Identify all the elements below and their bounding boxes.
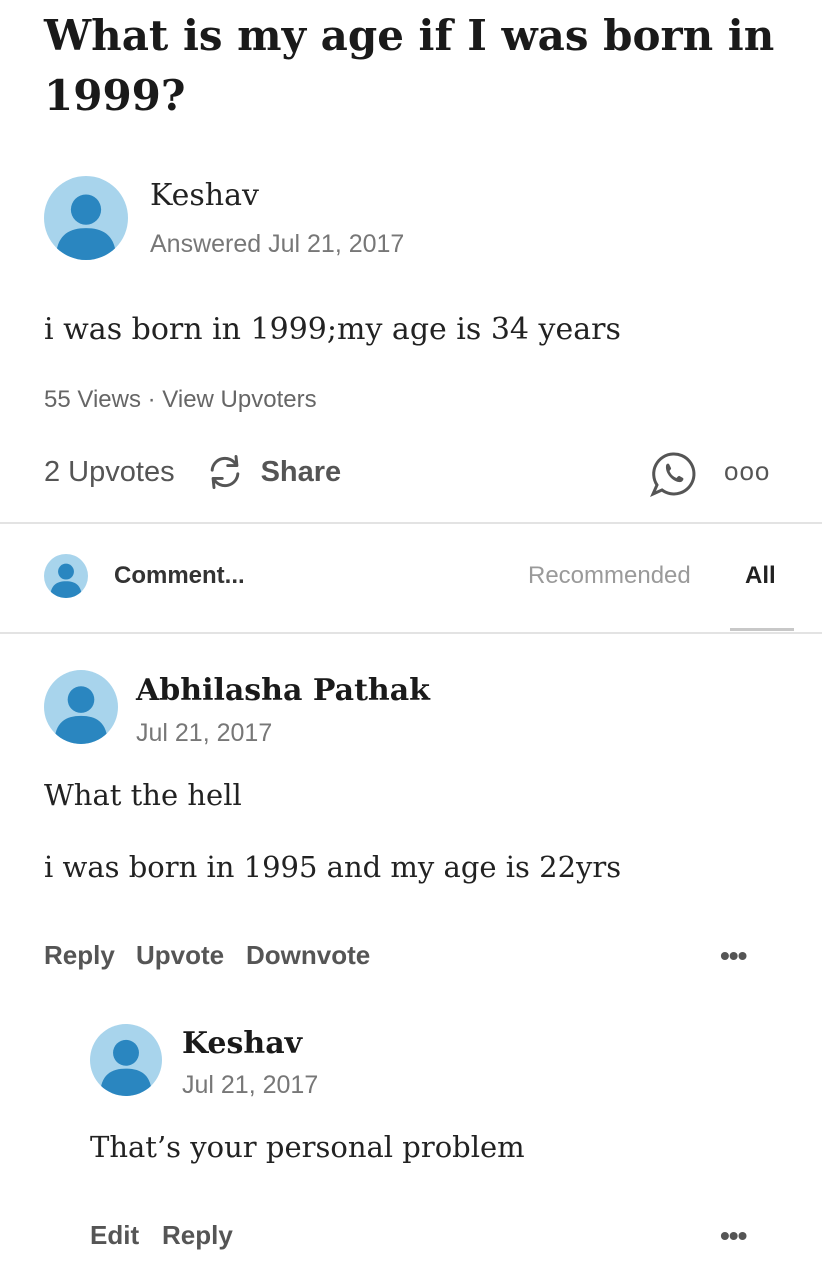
reply-text: That’s your personal problem <box>90 1130 525 1164</box>
share-label: Share <box>260 455 342 488</box>
answer-author-name[interactable]: Keshav <box>150 178 259 213</box>
answer-stats: 55 Views · View Upvoters <box>44 386 317 414</box>
comment-author-name[interactable]: Abhilasha Pathak <box>136 673 430 708</box>
reply-button[interactable]: Reply <box>162 1220 233 1251</box>
share-refresh-icon <box>210 454 239 490</box>
more-dots-icon[interactable]: ooo <box>724 456 770 487</box>
whatsapp-icon[interactable] <box>648 449 698 499</box>
more-dots-icon[interactable]: ••• <box>720 940 747 972</box>
comment-text-line: i was born in 1995 and my age is 22yrs <box>44 850 622 884</box>
user-avatar-icon <box>100 1039 152 1096</box>
edit-button[interactable]: Edit <box>90 1220 139 1251</box>
user-avatar-icon <box>50 563 82 598</box>
answer-date: Answered Jul 21, 2017 <box>150 230 405 258</box>
answer-text: i was born in 1999;my age is 34 years <box>44 312 621 347</box>
reply-author-name[interactable]: Keshav <box>182 1026 302 1061</box>
stats-separator: · <box>147 386 156 413</box>
reply-date: Jul 21, 2017 <box>182 1071 319 1099</box>
question-title[interactable]: What is my age if I was born in 1999? <box>44 6 804 126</box>
comment-input[interactable]: Comment... <box>114 562 245 590</box>
answer-action-bar: 2 Upvotes Share <box>44 450 341 494</box>
divider <box>0 522 822 524</box>
reply-author-avatar[interactable] <box>90 1024 162 1096</box>
current-user-avatar <box>44 554 88 598</box>
sort-recommended-tab[interactable]: Recommended <box>528 562 691 590</box>
reply-button[interactable]: Reply <box>44 940 115 971</box>
downvote-comment-button[interactable]: Downvote <box>246 940 370 971</box>
upvote-button[interactable]: 2 Upvotes <box>44 456 175 489</box>
share-button[interactable]: Share <box>203 450 342 494</box>
comment-text-line: What the hell <box>44 778 242 812</box>
view-upvoters-link[interactable]: View Upvoters <box>162 386 316 413</box>
comment-author-avatar[interactable] <box>44 670 118 744</box>
user-avatar-icon <box>54 686 108 744</box>
comment-date: Jul 21, 2017 <box>136 719 273 747</box>
sort-all-tab[interactable]: All <box>745 562 776 590</box>
upvote-comment-button[interactable]: Upvote <box>136 940 224 971</box>
active-tab-indicator <box>730 628 794 631</box>
user-avatar-icon <box>55 194 117 260</box>
views-count: 55 Views <box>44 386 141 413</box>
divider <box>0 632 822 634</box>
answer-author-avatar[interactable] <box>44 176 128 260</box>
more-dots-icon[interactable]: ••• <box>720 1220 747 1252</box>
